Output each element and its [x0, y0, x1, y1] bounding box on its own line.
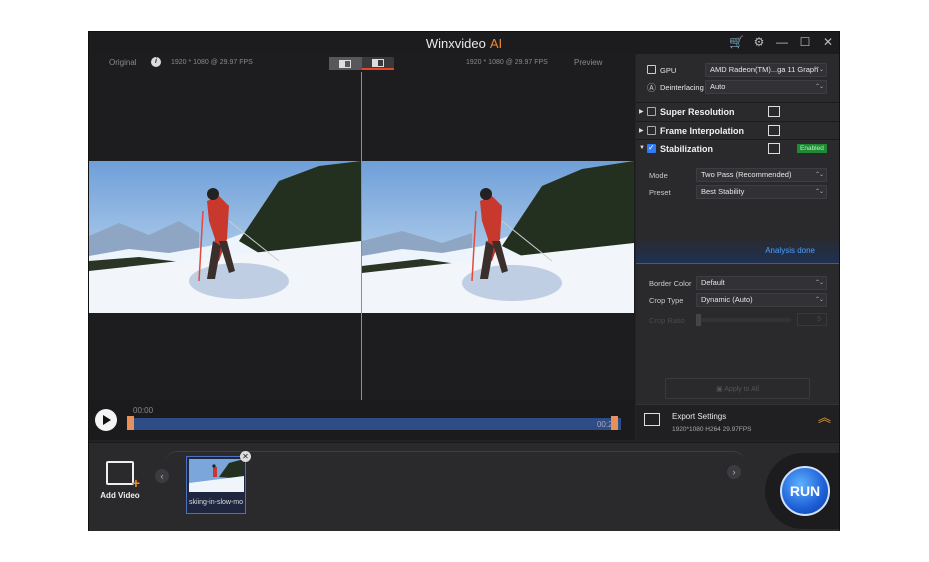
preview-area: Original i 1920 * 1080 @ 29.97 FPS 1920 … [89, 54, 635, 400]
compare-toggle[interactable] [329, 57, 394, 70]
app-title-text: Winxvideo [425, 36, 486, 51]
export-settings-icon [644, 413, 660, 426]
trim-end-handle[interactable] [611, 416, 618, 430]
crop-ratio-slider[interactable] [696, 314, 791, 326]
apply-to-all-label: Apply to All [724, 386, 759, 393]
deinterlace-icon: Ⓐ [647, 83, 657, 93]
export-settings-title: Export Settings [672, 412, 727, 421]
super-resolution-checkbox[interactable] [647, 107, 656, 116]
mode-label: Mode [649, 171, 668, 180]
clip-name: skiing-in-slow-mo [188, 499, 244, 506]
frame-interpolation-checkbox[interactable] [647, 126, 656, 135]
preview-video-frame [362, 161, 634, 313]
original-label: Original [109, 58, 137, 67]
camera-icon [768, 143, 780, 154]
minimize-icon[interactable]: — [775, 35, 789, 49]
crop-ratio-label: Crop Ratio [649, 316, 685, 325]
gpu-icon [647, 65, 656, 74]
video-clip[interactable]: skiing-in-slow-mo ✕ [186, 451, 251, 514]
app-window: Winxvideo AI 🛒 ⚙ — ☐ ✕ Original i 1920 * … [88, 31, 840, 531]
super-resolution-section[interactable]: ▶ Super Resolution [636, 102, 839, 120]
frame-interpolation-label: Frame Interpolation [660, 126, 745, 136]
remove-clip-icon[interactable]: ✕ [240, 451, 251, 462]
analysis-status-bar: Analysis done [636, 237, 839, 264]
border-color-select[interactable]: Default [696, 276, 827, 290]
original-video-frame [89, 161, 361, 313]
add-video-button[interactable]: Add Video [97, 461, 143, 500]
frames-icon [768, 125, 780, 136]
trim-start-handle[interactable] [127, 416, 134, 430]
upscale-icon [768, 106, 780, 117]
split-divider[interactable] [361, 72, 362, 400]
split-view-icon [339, 59, 352, 68]
original-resolution: 1920 * 1080 @ 29.97 FPS [171, 59, 253, 66]
scroll-right-icon[interactable]: › [727, 465, 741, 479]
run-area: RUN [765, 453, 839, 529]
crop-ratio-slider-thumb[interactable] [696, 314, 701, 326]
mode-select[interactable]: Two Pass (Recommended) [696, 168, 827, 182]
crop-ratio-value[interactable]: 5 [797, 313, 827, 326]
apply-to-all-button[interactable]: ▣ Apply to All [665, 378, 810, 399]
preset-select[interactable]: Best Stability [696, 185, 827, 199]
expand-arrow-icon[interactable]: ▶ [639, 108, 644, 115]
enabled-badge: Enabled [797, 144, 827, 153]
crop-type-select[interactable]: Dynamic (Auto) [696, 293, 827, 307]
app-title-ai: AI [489, 36, 503, 51]
run-button[interactable]: RUN [780, 466, 830, 516]
gpu-label: GPU [660, 66, 677, 75]
gear-icon[interactable]: ⚙ [752, 35, 766, 49]
stabilization-label: Stabilization [660, 144, 714, 154]
crop-type-label: Crop Type [649, 296, 684, 305]
add-video-icon [106, 461, 140, 491]
frame-interpolation-section[interactable]: ▶ Frame Interpolation [636, 121, 839, 139]
preview-header: Original i 1920 * 1080 @ 29.97 FPS 1920 … [89, 54, 635, 72]
clip-strip [165, 451, 745, 527]
export-settings-summary: 1920*1080 H264 29.97FPS [672, 426, 752, 433]
chevron-up-icon[interactable]: ︽ [818, 411, 831, 424]
expand-arrow-icon[interactable]: ▶ [639, 127, 644, 134]
analysis-status: Analysis done [765, 246, 815, 255]
settings-panel: GPU AMD Radeon(TM)...ga 11 Graph Deinter… [636, 54, 839, 404]
export-settings[interactable]: Export Settings 1920*1080 H264 29.97FPS … [636, 404, 839, 440]
preset-label: Preset [649, 188, 671, 197]
preview-resolution: 1920 * 1080 @ 29.97 FPS [466, 59, 548, 66]
cart-icon[interactable]: 🛒 [729, 35, 744, 49]
stabilization-checkbox[interactable] [647, 143, 656, 153]
maximize-icon[interactable]: ☐ [798, 35, 812, 49]
split-view-button[interactable] [329, 57, 362, 70]
border-color-label: Border Color [649, 279, 692, 288]
collapse-arrow-icon[interactable]: ▼ [639, 145, 645, 151]
stabilization-section[interactable]: ▼ Stabilization Enabled [636, 139, 839, 157]
gpu-select[interactable]: AMD Radeon(TM)...ga 11 Graph [705, 63, 827, 77]
preview-label: Preview [574, 58, 603, 67]
play-button[interactable] [95, 409, 117, 431]
super-resolution-label: Super Resolution [660, 107, 735, 117]
clip-thumbnail [189, 459, 244, 492]
timeline-start-time: 00:00 [133, 406, 154, 415]
media-bar: Add Video ‹ › skiing-in-slow-mo ✕ RUN [89, 442, 839, 531]
timeline: 00:00 00:29 [89, 400, 635, 440]
close-icon[interactable]: ✕ [821, 35, 835, 49]
app-title: Winxvideo AI [89, 36, 839, 51]
scroll-left-icon[interactable]: ‹ [155, 469, 169, 483]
timeline-track[interactable] [131, 418, 621, 430]
title-bar: Winxvideo AI 🛒 ⚙ — ☐ ✕ [89, 32, 839, 54]
add-video-label: Add Video [100, 491, 140, 500]
info-icon[interactable]: i [151, 57, 161, 67]
side-by-side-icon [371, 58, 384, 67]
deinterlacing-select[interactable]: Auto [705, 80, 827, 94]
side-by-side-button[interactable] [361, 57, 394, 70]
deinterlacing-label: Deinterlacing [660, 83, 704, 92]
